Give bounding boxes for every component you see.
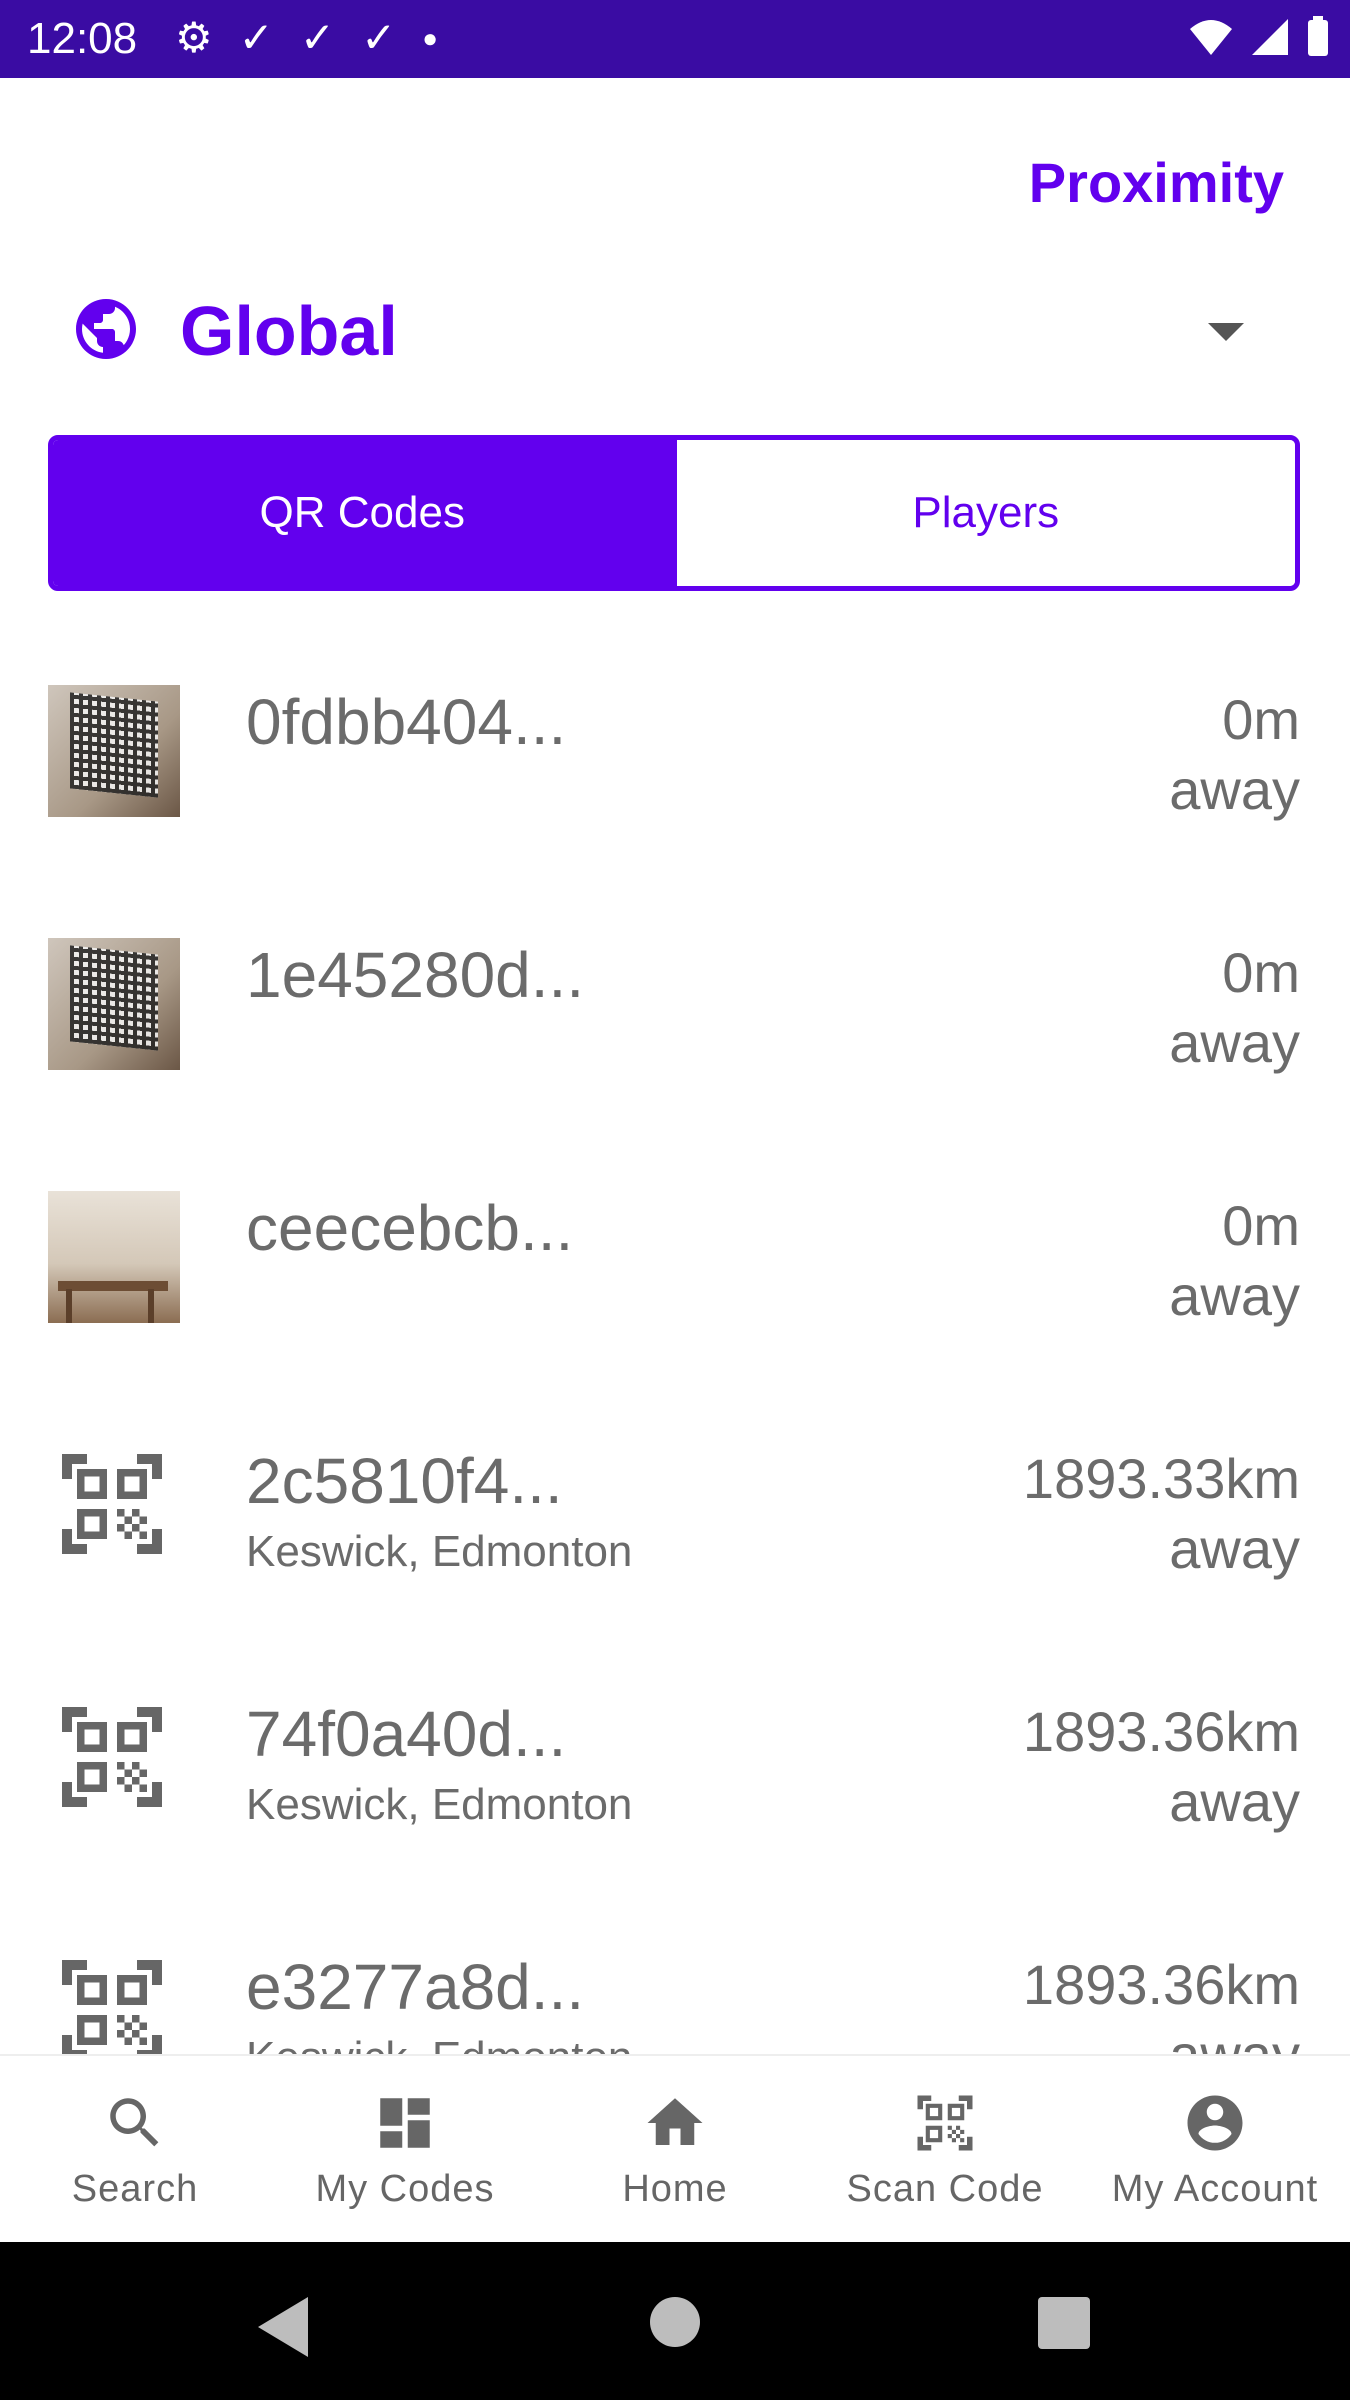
- distance: 0m away: [1169, 685, 1300, 825]
- download-done-icon: ✓: [299, 14, 336, 61]
- proximity-button[interactable]: Proximity: [1029, 150, 1284, 215]
- code-location: Keswick, Edmonton: [246, 2033, 632, 2054]
- code-thumbnail: [48, 938, 180, 1070]
- distance-value: 1893.36km: [1022, 1700, 1300, 1763]
- list-item[interactable]: 2c5810f4... Keswick, Edmonton 1893.33km …: [0, 1399, 1350, 1652]
- distance-suffix: away: [1169, 1264, 1300, 1327]
- home-circle-icon[interactable]: [650, 2297, 700, 2347]
- nav-home[interactable]: Home: [540, 2056, 810, 2244]
- tab-qr-codes[interactable]: QR Codes: [53, 440, 672, 586]
- status-bar: 12:08 ⚙ ✓ ✓ ✓ ●: [0, 0, 1350, 78]
- globe-icon: [76, 299, 136, 359]
- code-list: 0fdbb404... 0m away 1e45280d... 0m away …: [0, 640, 1350, 2054]
- download-done-icon: ✓: [238, 14, 274, 61]
- nav-scan-code[interactable]: Scan Code: [810, 2056, 1080, 2244]
- nav-my-account[interactable]: My Account: [1080, 2056, 1350, 2244]
- nav-label: Scan Code: [846, 2167, 1044, 2210]
- distance: 1893.36km away: [1023, 1950, 1300, 2054]
- code-name: 2c5810f4...: [246, 1445, 563, 1517]
- code-name: ceecebcb...: [246, 1192, 574, 1264]
- list-item[interactable]: 74f0a40d... Keswick, Edmonton 1893.36km …: [0, 1652, 1350, 1905]
- list-item[interactable]: e3277a8d... Keswick, Edmonton 1893.36km …: [0, 1905, 1350, 2054]
- distance: 1893.36km away: [1023, 1697, 1300, 1837]
- nav-label: Home: [622, 2167, 728, 2210]
- distance-suffix: away: [1023, 2020, 1300, 2054]
- nav-label: Search: [71, 2167, 199, 2210]
- list-item[interactable]: ceecebcb... 0m away: [0, 1146, 1350, 1399]
- system-nav-bar: [0, 2242, 1350, 2400]
- code-name: 74f0a40d...: [246, 1698, 567, 1770]
- list-item[interactable]: 1e45280d... 0m away: [0, 893, 1350, 1146]
- dashboard-icon: [380, 2097, 430, 2148]
- code-name: 0fdbb404...: [246, 686, 567, 758]
- home-icon: [647, 2097, 703, 2145]
- dot-icon: ●: [422, 23, 438, 53]
- download-done-icon: ✓: [361, 14, 397, 61]
- code-name: 1e45280d...: [246, 939, 585, 1011]
- wifi-icon: [1190, 20, 1232, 55]
- distance: 0m away: [1169, 1191, 1300, 1331]
- bottom-navigation: Search My Codes Home Scan Code My Accoun…: [0, 2054, 1350, 2244]
- back-icon[interactable]: [258, 2297, 308, 2357]
- search-icon: [110, 2097, 159, 2146]
- qr-code-icon: [62, 1707, 162, 1807]
- settings-icon: ⚙: [175, 14, 213, 61]
- code-name: e3277a8d...: [246, 1951, 585, 2023]
- nav-my-codes[interactable]: My Codes: [270, 2056, 540, 2244]
- tab-toggle: QR Codes Players: [48, 435, 1300, 591]
- distance-value: 1893.33km: [1022, 1447, 1300, 1510]
- list-item[interactable]: 0fdbb404... 0m away: [0, 640, 1350, 893]
- battery-icon: [1308, 16, 1328, 56]
- notification-icons: ⚙ ✓ ✓ ✓ ●: [175, 16, 438, 60]
- status-time: 12:08: [27, 14, 138, 63]
- distance-suffix: away: [1169, 1011, 1300, 1074]
- account-circle-icon: [1187, 2095, 1243, 2150]
- nav-label: My Account: [1111, 2167, 1319, 2210]
- system-icons: [1188, 16, 1330, 58]
- distance-suffix: away: [1169, 1770, 1300, 1833]
- distance: 0m away: [1169, 938, 1300, 1078]
- recent-apps-icon[interactable]: [1038, 2297, 1090, 2349]
- distance-suffix: away: [1169, 1517, 1300, 1580]
- distance-value: 1893.36km: [1022, 1953, 1300, 2016]
- distance-value: 0m: [1222, 1194, 1300, 1257]
- scope-label: Global: [180, 292, 398, 370]
- code-location: Keswick, Edmonton: [246, 1527, 633, 1576]
- qr-code-icon: [62, 1454, 162, 1554]
- tab-players[interactable]: Players: [671, 440, 1295, 586]
- qr-code-icon: [62, 1960, 162, 2054]
- code-thumbnail: [48, 1191, 180, 1323]
- distance: 1893.33km away: [1023, 1444, 1300, 1584]
- scope-dropdown[interactable]: Global: [70, 285, 1280, 375]
- signal-icon: [1252, 19, 1288, 55]
- nav-search[interactable]: Search: [0, 2056, 270, 2244]
- nav-label: My Codes: [315, 2167, 495, 2210]
- distance-value: 0m: [1222, 941, 1300, 1004]
- distance-value: 0m: [1222, 688, 1300, 751]
- chevron-down-icon: [1208, 323, 1244, 341]
- code-location: Keswick, Edmonton: [246, 1780, 633, 1829]
- qr-code-scanner-icon: [917, 2095, 973, 2150]
- code-thumbnail: [48, 685, 180, 817]
- distance-suffix: away: [1169, 758, 1300, 821]
